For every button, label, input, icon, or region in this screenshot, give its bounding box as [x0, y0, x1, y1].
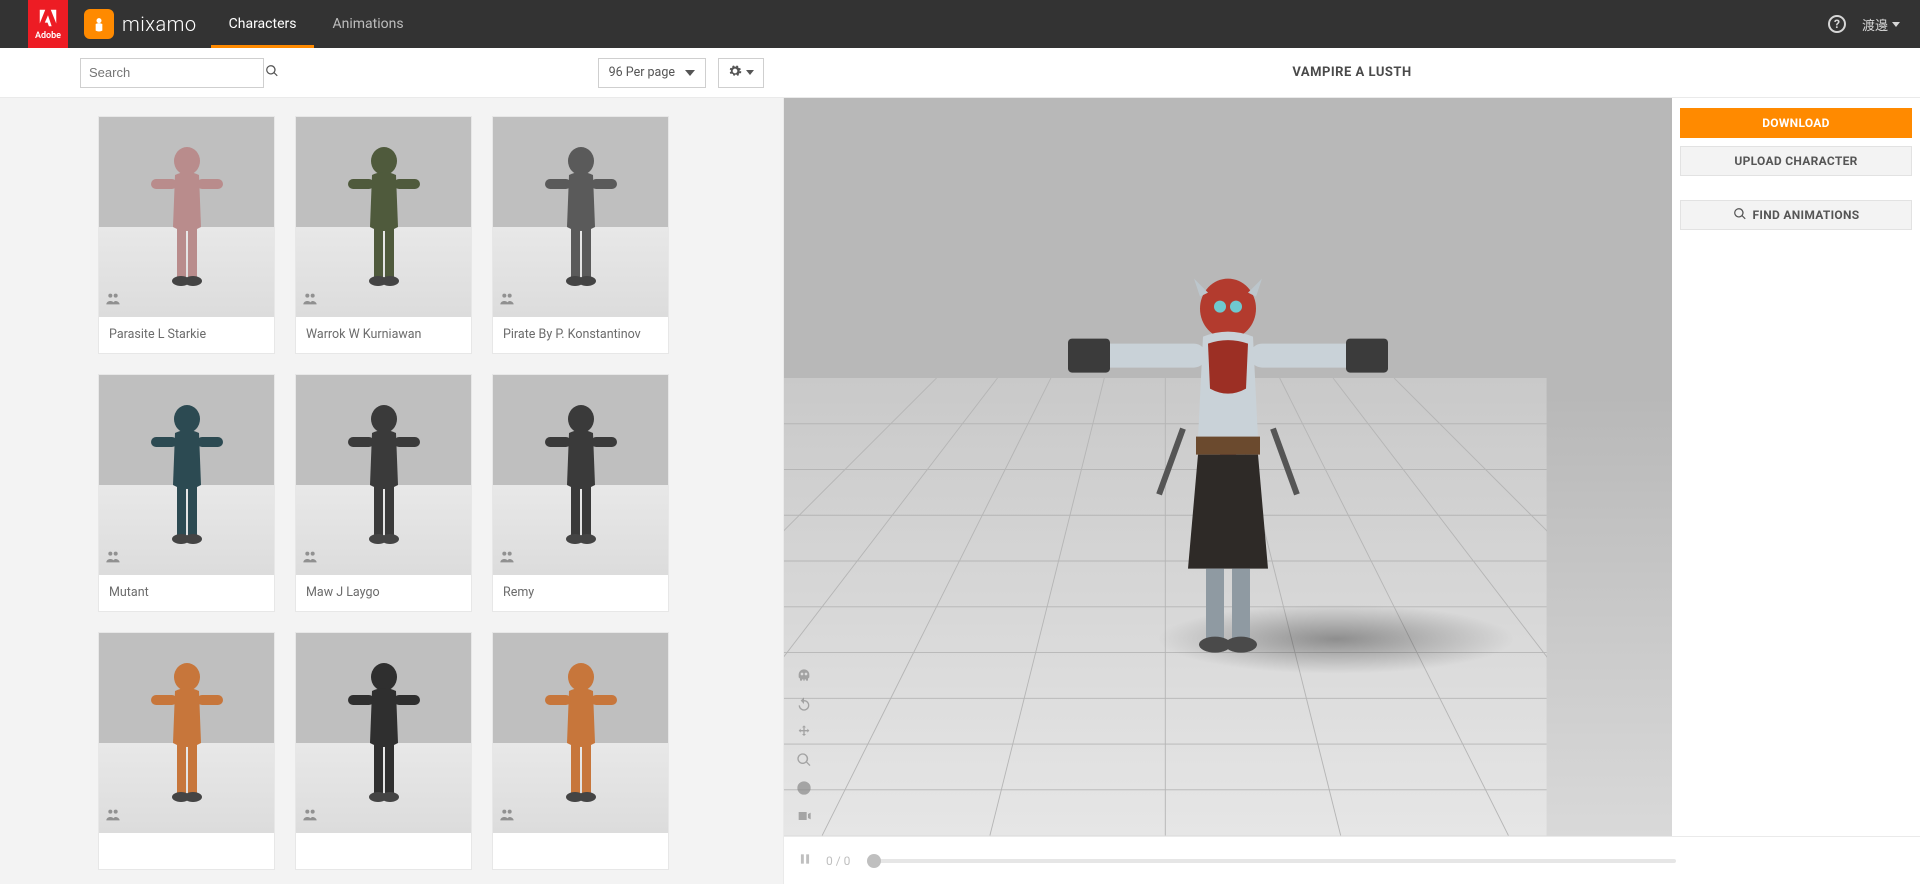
timeline-slider[interactable]: [874, 859, 1676, 863]
top-bar: Adobe mixamo Characters Animations ? 渡邊: [0, 0, 1920, 48]
help-icon[interactable]: ?: [1828, 15, 1846, 33]
reset-icon[interactable]: [794, 778, 814, 798]
tab-characters[interactable]: Characters: [211, 0, 315, 48]
people-icon: [302, 291, 318, 311]
toolbar: 96 Per page VAMPIRE A LUSTH: [0, 48, 1920, 98]
user-name: 渡邊: [1862, 15, 1888, 34]
character-grid-scroll[interactable]: Parasite L Starkie Warrok W Kurniawan: [0, 98, 783, 884]
action-panel: DOWNLOAD UPLOAD CHARACTER FIND ANIMATION…: [1672, 98, 1920, 836]
character-card[interactable]: Mutant: [98, 374, 275, 612]
character-thumb: [99, 375, 274, 575]
viewport-toolbar: [794, 666, 814, 826]
people-icon: [499, 291, 515, 311]
per-page-select[interactable]: 96 Per page: [598, 58, 706, 88]
find-animations-label: FIND ANIMATIONS: [1753, 208, 1860, 222]
rotate-icon[interactable]: [794, 694, 814, 714]
character-card[interactable]: [492, 632, 669, 870]
main: Parasite L Starkie Warrok W Kurniawan: [0, 98, 1920, 884]
selected-character-title: VAMPIRE A LUSTH: [784, 65, 1920, 80]
timeline-thumb[interactable]: [867, 854, 881, 868]
character-grid: Parasite L Starkie Warrok W Kurniawan: [98, 116, 688, 870]
people-icon: [105, 549, 121, 569]
frame-readout: 0 / 0: [826, 854, 860, 868]
character-card[interactable]: Pirate By P. Konstantinov: [492, 116, 669, 354]
search-input[interactable]: [89, 65, 265, 80]
adobe-label: Adobe: [35, 31, 61, 41]
character-name: Pirate By P. Konstantinov: [493, 317, 668, 353]
gear-icon: [728, 64, 742, 82]
character-card[interactable]: Remy: [492, 374, 669, 612]
character-name: Mutant: [99, 575, 274, 611]
download-button[interactable]: DOWNLOAD: [1680, 108, 1912, 138]
chevron-down-icon: [685, 70, 695, 76]
preview-column: DOWNLOAD UPLOAD CHARACTER FIND ANIMATION…: [784, 98, 1920, 884]
character-browser: Parasite L Starkie Warrok W Kurniawan: [0, 98, 784, 884]
logo[interactable]: mixamo: [80, 0, 211, 48]
user-menu[interactable]: 渡邊: [1862, 15, 1900, 34]
character-name: [296, 833, 471, 869]
per-page-label: 96 Per page: [609, 65, 675, 80]
character-name: [99, 833, 274, 869]
search-box[interactable]: [80, 58, 264, 88]
find-animations-button[interactable]: FIND ANIMATIONS: [1680, 200, 1912, 230]
playback-bar: 0 / 0: [784, 836, 1920, 884]
topbar-right: ? 渡邊: [1828, 0, 1920, 48]
people-icon: [105, 291, 121, 311]
character-name: Warrok W Kurniawan: [296, 317, 471, 353]
character-card[interactable]: [98, 632, 275, 870]
people-icon: [105, 807, 121, 827]
adobe-badge[interactable]: Adobe: [28, 0, 68, 48]
search-icon[interactable]: [265, 64, 279, 82]
character-thumb: [493, 633, 668, 833]
search-icon: [1733, 207, 1747, 224]
character-thumb: [296, 633, 471, 833]
character-preview: [1048, 249, 1408, 669]
viewport-3d[interactable]: [784, 98, 1672, 836]
character-thumb: [296, 117, 471, 317]
chevron-down-icon: [1892, 22, 1900, 27]
zoom-icon[interactable]: [794, 750, 814, 770]
settings-button[interactable]: [718, 58, 764, 88]
nav-tabs: Characters Animations: [211, 0, 422, 48]
character-card[interactable]: Parasite L Starkie: [98, 116, 275, 354]
people-icon: [302, 549, 318, 569]
character-name: Remy: [493, 575, 668, 611]
tab-animations[interactable]: Animations: [314, 0, 421, 48]
character-name: [493, 833, 668, 869]
character-name: Maw J Laygo: [296, 575, 471, 611]
logo-text: mixamo: [122, 12, 197, 36]
logo-icon: [84, 9, 114, 39]
people-icon: [499, 807, 515, 827]
character-thumb: [493, 375, 668, 575]
camera-icon[interactable]: [794, 806, 814, 826]
people-icon: [302, 807, 318, 827]
skull-icon[interactable]: [794, 666, 814, 686]
people-icon: [499, 549, 515, 569]
pause-button[interactable]: [798, 852, 812, 870]
character-thumb: [493, 117, 668, 317]
character-thumb: [296, 375, 471, 575]
upload-character-button[interactable]: UPLOAD CHARACTER: [1680, 146, 1912, 176]
character-thumb: [99, 117, 274, 317]
character-card[interactable]: [295, 632, 472, 870]
character-card[interactable]: Warrok W Kurniawan: [295, 116, 472, 354]
character-thumb: [99, 633, 274, 833]
character-name: Parasite L Starkie: [99, 317, 274, 353]
pan-icon[interactable]: [794, 722, 814, 742]
character-card[interactable]: Maw J Laygo: [295, 374, 472, 612]
chevron-down-icon: [746, 70, 754, 75]
